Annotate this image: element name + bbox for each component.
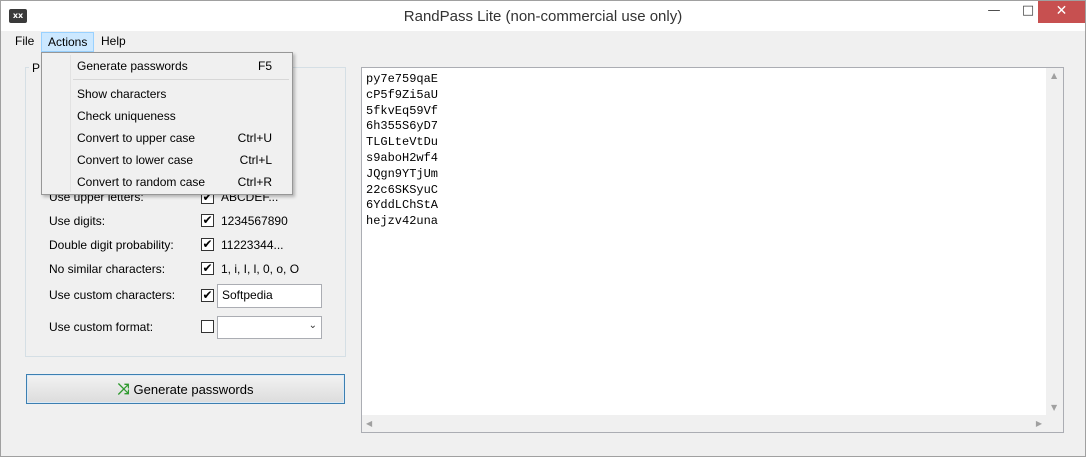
- menu-actions[interactable]: Actions: [41, 32, 95, 52]
- password-line: py7e759qaE: [366, 72, 439, 86]
- menu-item-shortcut: F5: [257, 59, 272, 73]
- scroll-left-icon[interactable]: ◀: [366, 419, 372, 428]
- menu-item-label: Show characters: [77, 87, 167, 101]
- double-digit-sample: 11223344...: [221, 238, 284, 252]
- password-list: py7e759qaE cP5f9Zi5aU 5fkvEq59Vf 6h355S6yD7…: [366, 72, 438, 230]
- password-line: TLGLteVtDu: [366, 135, 439, 150]
- digits-checkbox[interactable]: ✔: [201, 213, 214, 227]
- password-line: s9aboH2wf4: [366, 150, 439, 165]
- menu-help[interactable]: Help: [95, 32, 132, 51]
- scrollbar-corner: [1046, 415, 1063, 432]
- menu-item-label: Check uniqueness: [77, 109, 176, 123]
- double-digit-label: Double digit probability:: [49, 238, 174, 252]
- menu-item-label: Generate passwords: [77, 59, 188, 73]
- scroll-up-icon[interactable]: ▲: [1051, 71, 1057, 80]
- minimize-button[interactable]: —: [977, 1, 1011, 23]
- menu-generate-passwords[interactable]: Generate passwords F5: [44, 56, 290, 76]
- custom-chars-checkbox[interactable]: ✔: [201, 288, 214, 302]
- menu-convert-lower[interactable]: Convert to lower case Ctrl+L: [44, 150, 290, 170]
- password-line: 5fkvEq59Vf: [366, 103, 439, 118]
- custom-format-checkbox[interactable]: [201, 320, 214, 333]
- menu-bar: File Actions Help: [1, 31, 1085, 52]
- menu-item-label: Convert to upper case: [77, 131, 196, 145]
- menu-item-label: Convert to lower case: [77, 153, 194, 167]
- shuffle-icon: ⤨: [117, 380, 130, 398]
- password-line: cP5f9Zi5aU: [366, 87, 439, 102]
- no-similar-label: No similar characters:: [49, 262, 166, 276]
- window-title: RandPass Lite (non-commercial use only): [403, 8, 683, 25]
- custom-chars-input[interactable]: Softpedia: [217, 284, 322, 308]
- main-window: xx RandPass Lite (non-commercial use onl…: [0, 0, 1086, 457]
- scroll-down-icon[interactable]: ▼: [1051, 403, 1057, 412]
- password-line: 22c6SKSyuC: [366, 182, 439, 197]
- menu-item-shortcut: Ctrl+R: [237, 175, 272, 189]
- password-line: 6YddLChStA: [366, 198, 439, 213]
- check-icon: ✔: [202, 237, 213, 251]
- passwords-output[interactable]: py7e759qaE cP5f9Zi5aU 5fkvEq59Vf 6h355S6yD7…: [361, 67, 1064, 433]
- password-line: hejzv42una: [366, 214, 439, 229]
- custom-format-select[interactable]: ⌄: [217, 316, 322, 339]
- check-icon: ✔: [202, 288, 213, 302]
- menu-convert-random[interactable]: Convert to random case Ctrl+R: [44, 172, 290, 192]
- generate-passwords-button[interactable]: ⤨ Generate passwords: [26, 374, 345, 404]
- close-button[interactable]: ✕: [1038, 1, 1085, 23]
- menu-show-characters[interactable]: Show characters: [44, 84, 290, 104]
- generate-passwords-label: Generate passwords: [133, 382, 254, 397]
- no-similar-sample: 1, i, I, l, 0, o, O: [221, 262, 300, 276]
- digits-label: Use digits:: [49, 214, 106, 228]
- chevron-down-icon: ⌄: [308, 320, 317, 331]
- menu-file[interactable]: File: [9, 32, 40, 51]
- password-line: JQgn9YTjUm: [366, 166, 439, 181]
- actions-dropdown-menu: Generate passwords F5 Show characters Ch…: [41, 52, 293, 195]
- menu-check-uniqueness[interactable]: Check uniqueness: [44, 106, 290, 126]
- digits-sample: 1234567890: [221, 214, 288, 228]
- title-bar[interactable]: xx RandPass Lite (non-commercial use onl…: [1, 1, 1085, 31]
- menu-item-label: Convert to random case: [77, 175, 206, 189]
- menu-separator: [73, 79, 289, 80]
- menu-convert-upper[interactable]: Convert to upper case Ctrl+U: [44, 128, 290, 148]
- double-digit-checkbox[interactable]: ✔: [201, 237, 214, 251]
- no-similar-checkbox[interactable]: ✔: [201, 261, 214, 275]
- password-line: 6h355S6yD7: [366, 119, 439, 134]
- custom-format-label: Use custom format:: [49, 320, 154, 334]
- check-icon: ✔: [202, 261, 213, 275]
- custom-chars-label: Use custom characters:: [49, 288, 176, 302]
- vertical-scrollbar[interactable]: ▲ ▼: [1046, 68, 1063, 415]
- scroll-right-icon[interactable]: ▶: [1036, 419, 1042, 428]
- horizontal-scrollbar[interactable]: ◀ ▶: [362, 415, 1046, 432]
- check-icon: ✔: [202, 213, 213, 227]
- menu-item-shortcut: Ctrl+L: [239, 153, 272, 167]
- menu-item-shortcut: Ctrl+U: [237, 131, 272, 145]
